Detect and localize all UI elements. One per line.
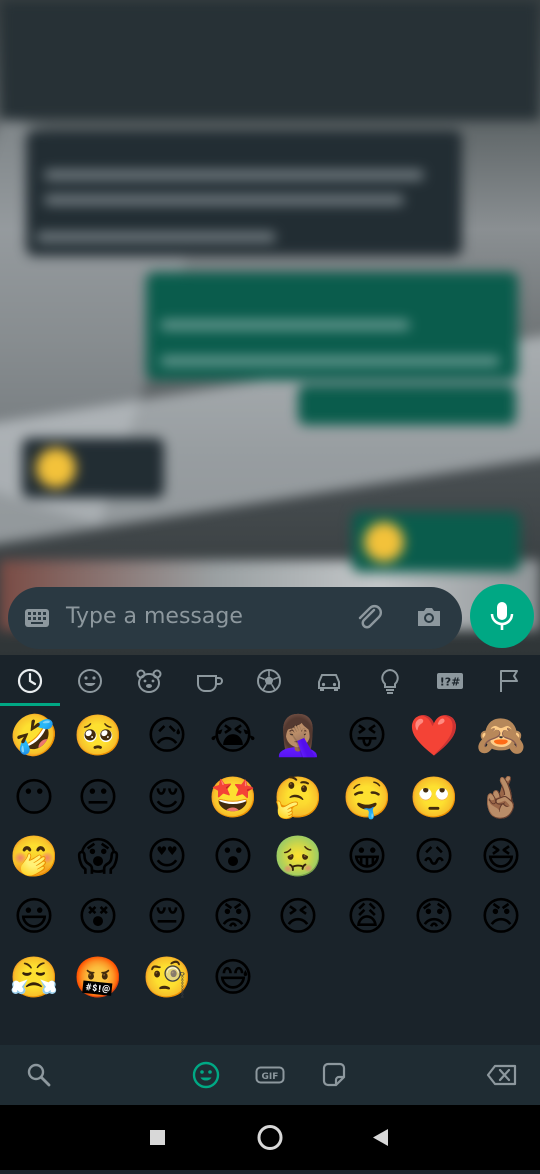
emoji-item[interactable]: 🥺 — [66, 708, 130, 764]
tab-animals[interactable] — [134, 666, 164, 696]
back-button[interactable] — [373, 1129, 388, 1146]
emoji-item[interactable]: 🤢 — [266, 829, 330, 885]
emoji-item[interactable]: 🤩 — [201, 770, 265, 826]
emoji-item[interactable]: 🤔 — [266, 770, 330, 826]
emoji-item[interactable]: 😔 — [135, 889, 199, 945]
emoji-item[interactable]: 😥 — [135, 708, 199, 764]
emoji-item[interactable]: 🤞🏽 — [469, 770, 533, 826]
recents-button[interactable] — [150, 1130, 165, 1145]
tab-symbols[interactable]: !?# — [435, 666, 465, 696]
emoji-item[interactable]: 🤦🏽‍♀️ — [266, 708, 330, 764]
emoji-item[interactable]: 😣 — [266, 889, 330, 945]
chat-background — [0, 0, 540, 655]
emoji-item[interactable]: 🤬 — [66, 950, 130, 1006]
emoji-item[interactable]: 😖 — [402, 829, 466, 885]
search-icon[interactable] — [24, 1060, 54, 1090]
clock-icon — [17, 668, 43, 694]
emoji-icon[interactable] — [191, 1060, 221, 1090]
smiley-icon — [78, 669, 102, 693]
emoji-item[interactable]: 😩 — [335, 889, 399, 945]
emoji-item[interactable]: 😤 — [2, 950, 66, 1006]
car-icon — [318, 674, 340, 691]
camera-icon[interactable] — [414, 602, 444, 632]
emoji-item[interactable]: 😅 — [201, 950, 265, 1006]
emoji-item[interactable]: 😱 — [66, 829, 130, 885]
emoji-item[interactable]: 😀 — [335, 829, 399, 885]
emoji-item[interactable]: 😭 — [201, 708, 265, 764]
keyboard-icon[interactable] — [25, 609, 49, 627]
emoji-item[interactable]: 🤤 — [335, 770, 399, 826]
emoji-item[interactable]: 😵 — [66, 889, 130, 945]
emoji-item[interactable]: 😝 — [335, 708, 399, 764]
emoji-item[interactable]: 😠 — [469, 889, 533, 945]
tab-recent[interactable] — [15, 666, 45, 696]
microphone-icon — [490, 602, 514, 630]
emoji-item[interactable]: 😶 — [2, 770, 66, 826]
emoji-item[interactable]: 😆 — [469, 829, 533, 885]
symbols-icon: !?# — [437, 673, 463, 689]
blurred-conversation — [0, 0, 540, 655]
system-nav-bar — [0, 1105, 540, 1170]
home-button[interactable] — [257, 1125, 283, 1150]
symbols-label: !?# — [440, 676, 461, 689]
active-tab-indicator — [0, 703, 60, 706]
flag-icon — [500, 670, 518, 692]
emoji-item[interactable]: 🤭 — [2, 829, 66, 885]
cup-icon — [197, 675, 223, 692]
sticker-icon[interactable] — [319, 1060, 349, 1090]
emoji-item[interactable]: 😍 — [135, 829, 199, 885]
emoji-item[interactable]: 😌 — [135, 770, 199, 826]
soccer-ball-icon — [257, 669, 281, 693]
message-input[interactable]: Type a message — [66, 604, 243, 629]
emoji-item[interactable]: 🙄 — [402, 770, 466, 826]
emoji-item[interactable]: 😐 — [66, 770, 130, 826]
emoji-item[interactable]: 🧐 — [135, 950, 199, 1006]
gif-icon[interactable]: GIF — [255, 1060, 285, 1090]
tab-smileys[interactable] — [75, 666, 105, 696]
emoji-item[interactable]: 😮 — [201, 829, 265, 885]
emoji-item[interactable]: 😡 — [201, 889, 265, 945]
backspace-icon[interactable] — [486, 1060, 518, 1090]
attach-icon[interactable] — [354, 602, 384, 632]
gif-label: GIF — [262, 1072, 279, 1082]
emoji-item[interactable]: 🤣 — [2, 708, 66, 764]
emoji-item[interactable]: ❤️ — [402, 708, 466, 764]
tab-flags[interactable] — [495, 666, 525, 696]
emoji-item[interactable]: 🙈 — [469, 708, 533, 764]
tab-travel[interactable] — [314, 666, 344, 696]
voice-record-button[interactable] — [470, 584, 534, 648]
tab-activity[interactable] — [254, 666, 284, 696]
lightbulb-icon — [381, 668, 399, 694]
tab-objects[interactable] — [375, 666, 405, 696]
bear-icon — [136, 669, 162, 693]
emoji-item[interactable]: 😟 — [402, 889, 466, 945]
emoji-item[interactable]: 😃 — [2, 889, 66, 945]
tab-food[interactable] — [194, 666, 224, 696]
